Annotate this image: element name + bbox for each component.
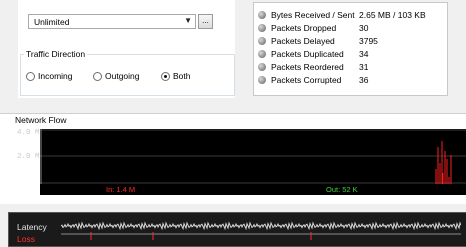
stat-row: Packets Duplicated 34: [256, 48, 368, 60]
stat-label: Packets Corrupted: [271, 75, 342, 85]
latency-graph: [61, 221, 461, 240]
radio-outgoing[interactable]: Outgoing: [93, 71, 140, 81]
status-dot-icon: [258, 37, 266, 45]
stat-label: Packets Reordered: [271, 62, 344, 72]
status-dot-icon: [258, 24, 266, 32]
stat-row: Packets Reordered 31: [256, 61, 368, 73]
stat-value: 36: [359, 75, 369, 85]
latency-panel: Latency Loss: [8, 212, 466, 247]
stat-row: Bytes Received / Sent 2.65 MB / 103 KB: [256, 9, 426, 21]
network-flow-title: Network Flow: [13, 115, 69, 125]
stat-value: 3795: [359, 36, 378, 46]
status-dot-icon: [258, 50, 266, 58]
stat-value: 31: [359, 62, 369, 72]
stat-value: 2.65 MB / 103 KB: [359, 10, 426, 20]
network-flow-graph: [40, 129, 466, 184]
network-flow-footer: In: 1.4 M Out: 52 K: [40, 184, 466, 195]
y-axis-label: 4.0 M: [17, 129, 40, 137]
stat-row: Packets Corrupted 36: [256, 74, 368, 86]
bandwidth-select-value: Unlimited: [34, 17, 70, 27]
radio-incoming-label: Incoming: [38, 71, 73, 81]
network-flow-chart: [40, 129, 466, 184]
radio-both[interactable]: Both: [161, 71, 191, 81]
stat-label: Packets Duplicated: [271, 49, 344, 59]
traffic-direction-title: Traffic Direction: [24, 49, 88, 59]
radio-both-label: Both: [173, 71, 191, 81]
radio-incoming-icon: [26, 71, 35, 81]
outgoing-rate: Out: 52 K: [326, 185, 358, 194]
stat-label: Packets Dropped: [271, 23, 337, 33]
radio-outgoing-label: Outgoing: [105, 71, 140, 81]
latency-label: Latency: [17, 222, 47, 232]
latency-trace: [61, 221, 461, 231]
status-dot-icon: [258, 63, 266, 71]
chevron-down-icon: ▼: [184, 16, 192, 25]
status-dot-icon: [258, 11, 266, 19]
radio-both-icon: [161, 71, 170, 81]
stat-label: Bytes Received / Sent: [271, 10, 355, 20]
stat-label: Packets Delayed: [271, 36, 335, 46]
stat-row: Packets Dropped 30: [256, 22, 368, 34]
stat-value: 34: [359, 49, 369, 59]
stat-row: Packets Delayed 3795: [256, 35, 378, 47]
radio-incoming[interactable]: Incoming: [26, 71, 73, 81]
radio-outgoing-icon: [93, 71, 102, 81]
y-axis-label: 2.0 M: [17, 153, 40, 161]
incoming-rate: In: 1.4 M: [106, 185, 136, 194]
bandwidth-more-button[interactable]: ...: [198, 14, 213, 29]
bandwidth-select[interactable]: Unlimited ▼: [28, 14, 196, 29]
loss-label: Loss: [17, 234, 35, 244]
status-dot-icon: [258, 76, 266, 84]
stat-value: 30: [359, 23, 369, 33]
